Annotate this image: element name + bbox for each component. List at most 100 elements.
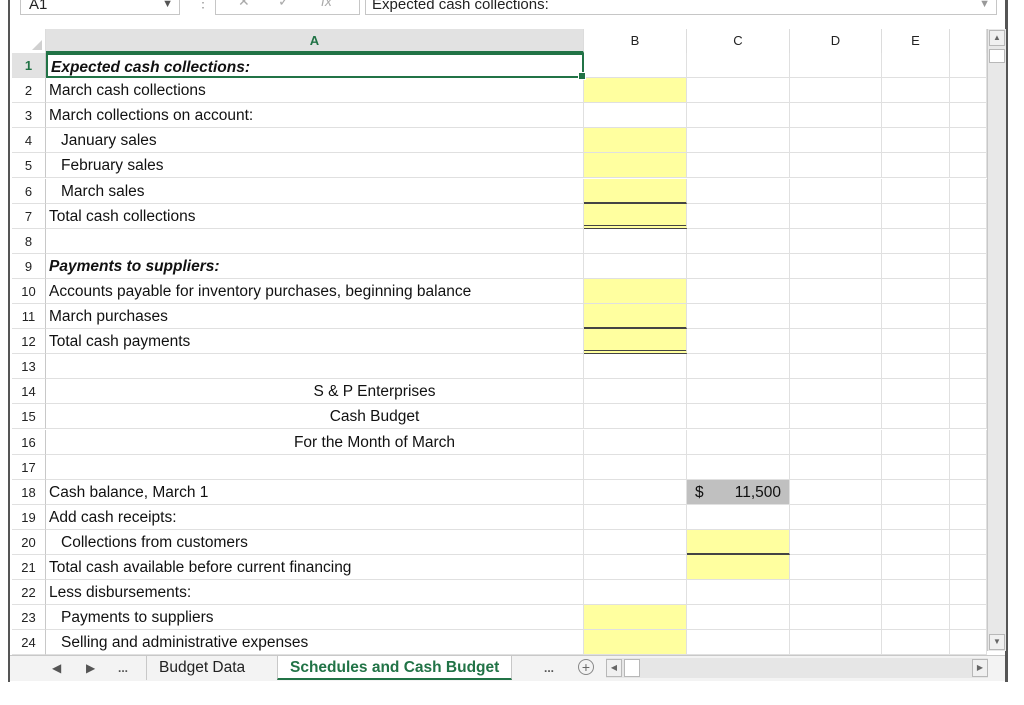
cell-c8[interactable]: [687, 228, 790, 254]
cancel-icon[interactable]: ✕: [238, 0, 250, 10]
cell-e21[interactable]: [882, 555, 950, 580]
cell-d1[interactable]: [790, 53, 882, 78]
row-header[interactable]: 6: [12, 178, 46, 204]
cell-b8[interactable]: [584, 228, 687, 254]
cell-e17[interactable]: [882, 454, 950, 480]
cell-d11[interactable]: [790, 304, 882, 329]
cell-d2[interactable]: [790, 78, 882, 104]
cell-e7[interactable]: [882, 203, 950, 229]
column-header-f[interactable]: [950, 29, 987, 53]
cell-e14[interactable]: [882, 379, 950, 405]
cell-f6[interactable]: [950, 178, 987, 204]
cell-e4[interactable]: [882, 128, 950, 154]
cell-a11[interactable]: March purchases: [46, 304, 584, 329]
cell-a7[interactable]: Total cash collections: [46, 203, 584, 229]
prev-sheet-icon[interactable]: ◀: [52, 656, 61, 680]
row-header[interactable]: 11: [12, 304, 46, 329]
horizontal-scrollbar[interactable]: ◀ ▶: [606, 658, 988, 678]
row-header[interactable]: 12: [12, 329, 46, 355]
cell-f2[interactable]: [950, 78, 987, 104]
cell-f10[interactable]: [950, 278, 987, 304]
cell-f23[interactable]: [950, 605, 987, 631]
row-header[interactable]: 10: [12, 278, 46, 304]
cell-b14[interactable]: [584, 379, 687, 405]
tab-budget-data[interactable]: Budget Data: [146, 656, 257, 680]
cell-c17[interactable]: [687, 454, 790, 480]
add-sheet-icon[interactable]: +: [578, 659, 594, 675]
column-header-d[interactable]: D: [790, 29, 882, 53]
row-header[interactable]: 22: [12, 580, 46, 606]
cell-c6[interactable]: [687, 178, 790, 204]
cell-e5[interactable]: [882, 153, 950, 179]
row-header[interactable]: 15: [12, 404, 46, 430]
cell-d24[interactable]: [790, 630, 882, 656]
cell-d17[interactable]: [790, 454, 882, 480]
cell-c12[interactable]: [687, 329, 790, 355]
cell-d4[interactable]: [790, 128, 882, 154]
expand-formula-bar-icon[interactable]: ▼: [979, 0, 990, 14]
cell-b22[interactable]: [584, 580, 687, 606]
cell-a15[interactable]: Cash Budget: [46, 404, 584, 430]
enter-icon[interactable]: ✓: [278, 0, 290, 10]
cell-c15[interactable]: [687, 404, 790, 430]
cell-c24[interactable]: [687, 630, 790, 656]
cell-c18[interactable]: $ 11,500: [687, 479, 790, 505]
cell-c2[interactable]: [687, 78, 790, 104]
cell-d18[interactable]: [790, 479, 882, 505]
insert-function-icon[interactable]: fx: [321, 0, 332, 9]
cell-b7[interactable]: [584, 203, 687, 229]
cell-b21[interactable]: [584, 555, 687, 580]
cell-f9[interactable]: [950, 253, 987, 279]
cell-b19[interactable]: [584, 504, 687, 530]
column-header-b[interactable]: B: [584, 29, 687, 53]
cell-f12[interactable]: [950, 329, 987, 355]
cell-d19[interactable]: [790, 504, 882, 530]
cell-d3[interactable]: [790, 103, 882, 129]
cell-a6[interactable]: March sales: [46, 178, 584, 204]
cell-e16[interactable]: [882, 429, 950, 455]
cell-a18[interactable]: Cash balance, March 1: [46, 479, 584, 505]
formula-input[interactable]: Expected cash collections: ▼: [365, 0, 997, 15]
cell-f19[interactable]: [950, 504, 987, 530]
cell-a10[interactable]: Accounts payable for inventory purchases…: [46, 278, 584, 304]
cell-e2[interactable]: [882, 78, 950, 104]
cell-f15[interactable]: [950, 404, 987, 430]
cell-f5[interactable]: [950, 153, 987, 179]
cell-e8[interactable]: [882, 228, 950, 254]
cell-b10[interactable]: [584, 278, 687, 304]
cell-b15[interactable]: [584, 404, 687, 430]
cell-a14[interactable]: S & P Enterprises: [46, 379, 584, 405]
cell-f14[interactable]: [950, 379, 987, 405]
cell-c1[interactable]: [687, 53, 790, 78]
cell-b23[interactable]: [584, 605, 687, 631]
select-all-button[interactable]: [12, 29, 46, 53]
cell-e6[interactable]: [882, 178, 950, 204]
cell-b4[interactable]: [584, 128, 687, 154]
cell-c21[interactable]: [687, 555, 790, 580]
cell-a17[interactable]: [46, 454, 584, 480]
cell-a12[interactable]: Total cash payments: [46, 329, 584, 355]
column-header-c[interactable]: C: [687, 29, 790, 53]
row-header[interactable]: 16: [12, 429, 46, 455]
cell-c20[interactable]: [687, 529, 790, 555]
cell-b17[interactable]: [584, 454, 687, 480]
row-header[interactable]: 3: [12, 103, 46, 129]
row-header[interactable]: 20: [12, 529, 46, 555]
cell-c9[interactable]: [687, 253, 790, 279]
cell-c22[interactable]: [687, 580, 790, 606]
cell-d12[interactable]: [790, 329, 882, 355]
cell-d7[interactable]: [790, 203, 882, 229]
cell-c16[interactable]: [687, 429, 790, 455]
cell-d13[interactable]: [790, 354, 882, 380]
cell-f18[interactable]: [950, 479, 987, 505]
row-header[interactable]: 18: [12, 479, 46, 505]
scroll-right-icon[interactable]: ▶: [972, 659, 988, 677]
cell-a2[interactable]: March cash collections: [46, 78, 584, 104]
chevron-down-icon[interactable]: ▼: [162, 0, 173, 14]
row-header[interactable]: 19: [12, 504, 46, 530]
cell-a4[interactable]: January sales: [46, 128, 584, 154]
cell-e20[interactable]: [882, 529, 950, 555]
cell-b5[interactable]: [584, 153, 687, 179]
cell-f24[interactable]: [950, 630, 987, 656]
scroll-up-icon[interactable]: ▲: [989, 30, 1005, 46]
